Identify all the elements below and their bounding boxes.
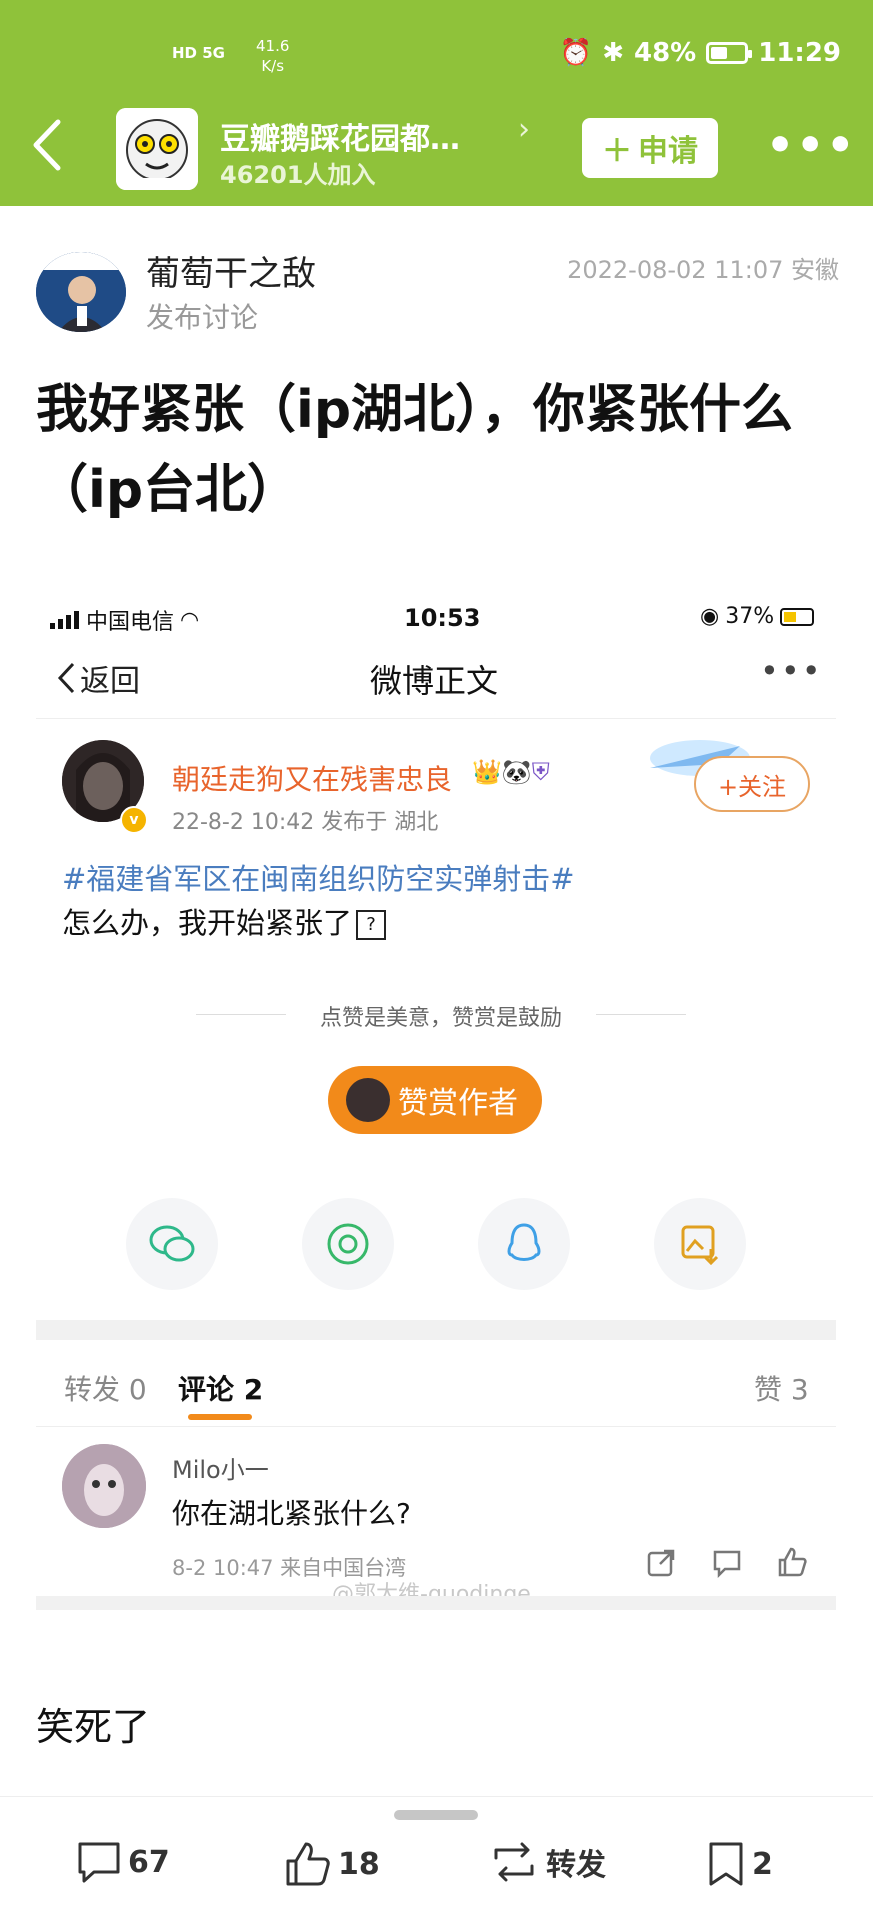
follow-button[interactable]: +关注	[694, 756, 810, 812]
tab-comments[interactable]: 评论 2	[178, 1368, 263, 1408]
more-options-button[interactable]: •••	[766, 120, 856, 171]
apply-button[interactable]: ＋ 申请	[582, 118, 718, 178]
author-subtitle: 发布讨论	[146, 301, 259, 334]
chevron-right-icon[interactable]: ›	[518, 112, 530, 147]
share-moments-button[interactable]	[302, 1198, 394, 1290]
divider	[36, 718, 836, 719]
weibo-badges: 👑🐼⛨	[472, 758, 550, 786]
author-name[interactable]: 葡萄干之敌	[146, 246, 316, 295]
battery-icon	[780, 607, 815, 626]
save-image-icon	[681, 1225, 719, 1265]
repost-button[interactable]: 转发	[488, 1840, 606, 1884]
thumbs-up-icon	[286, 1842, 330, 1886]
comment-text: 你在湖北紧张什么?	[172, 1497, 411, 1530]
bookmark-count-button[interactable]: 2	[706, 1840, 773, 1888]
qq-icon	[507, 1223, 541, 1261]
apply-label: 申请	[638, 134, 698, 169]
comment-icon	[78, 1842, 120, 1883]
tab-active-indicator	[188, 1414, 252, 1420]
reward-avatar	[346, 1078, 390, 1122]
status-right: ⏰ ✱ 48% 11:29	[560, 38, 841, 68]
weibo-username[interactable]: 朝廷走狗又在残害忠良	[172, 758, 452, 798]
weibo-meta: 22-8-2 10:42 发布于 湖北	[172, 810, 439, 835]
alarm-icon: ⏰	[559, 38, 593, 68]
network-indicator: HD 5G	[172, 44, 225, 62]
save-image-button[interactable]	[654, 1198, 746, 1290]
plus-icon: ＋	[602, 134, 632, 169]
divider	[36, 1426, 836, 1427]
embedded-back-button[interactable]: 返回	[56, 656, 140, 700]
battery-percent: 48%	[634, 38, 697, 68]
network-speed: 41.6 K/s	[256, 36, 289, 76]
group-avatar[interactable]	[116, 108, 198, 190]
embedded-time: 10:53	[404, 604, 481, 632]
embedded-battery: ◉ 37%	[700, 604, 815, 629]
share-qq-button[interactable]	[478, 1198, 570, 1290]
post-title: 我好紧张（ip湖北），你紧张什么（ip台北）	[36, 380, 794, 520]
drag-handle[interactable]	[394, 1810, 478, 1820]
embedded-more-button[interactable]: •••	[760, 652, 823, 690]
embedded-page-title: 微博正文	[370, 662, 499, 700]
chevron-left-icon	[33, 119, 61, 171]
weibo-topic-link[interactable]: #福建省军区在闽南组织防空实弹射击#	[62, 856, 575, 898]
crown-icon: 👑	[472, 758, 502, 786]
comment-count-button[interactable]: 67	[76, 1840, 170, 1884]
embedded-carrier: 中国电信	[86, 610, 175, 635]
speed-unit: K/s	[261, 57, 285, 75]
weibo-text: 怎么办，我开始紧张了?	[62, 900, 387, 942]
signal-icon	[50, 611, 79, 629]
group-name[interactable]: 豆瓣鹅踩花园都…	[220, 114, 460, 158]
reward-note: 点赞是美意，赞赏是鼓励	[196, 1000, 686, 1032]
like-count-button[interactable]: 18	[284, 1840, 380, 1888]
post-timestamp: 2022-08-02 11:07 安徽	[567, 256, 839, 284]
section-gap	[36, 1596, 836, 1610]
wechat-icon	[149, 1225, 195, 1262]
wifi-icon: ◠	[180, 607, 200, 633]
chevron-left-icon	[57, 662, 75, 694]
bluetooth-icon: ✱	[602, 38, 624, 68]
verified-badge-icon: v	[120, 806, 148, 834]
tab-reposts[interactable]: 转发 0	[64, 1368, 147, 1408]
bookmark-icon	[709, 1842, 743, 1886]
speed-value: 41.6	[256, 37, 290, 55]
reward-author-button[interactable]: 赞赏作者	[328, 1066, 542, 1134]
shield-icon: ⛨	[531, 758, 550, 786]
reply-icon[interactable]	[712, 1548, 742, 1585]
commenter-name[interactable]: Milo小一	[172, 1450, 269, 1485]
panda-icon: 🐼	[501, 758, 532, 786]
author-avatar[interactable]	[36, 252, 126, 332]
post-body-text: 笑死了	[36, 1705, 151, 1749]
question-emoji-icon: ?	[356, 910, 387, 940]
rotation-lock-icon: ◉	[700, 604, 720, 629]
battery-icon	[706, 42, 753, 64]
tab-likes[interactable]: 赞 3	[754, 1368, 809, 1408]
back-button[interactable]	[30, 118, 70, 178]
group-member-count: 46201人加入	[220, 161, 376, 189]
repost-icon	[494, 1842, 534, 1882]
share-wechat-button[interactable]	[126, 1198, 218, 1290]
bottom-divider	[0, 1796, 873, 1797]
share-icon[interactable]	[646, 1548, 676, 1585]
commenter-avatar[interactable]	[62, 1444, 146, 1528]
status-time: 11:29	[758, 38, 841, 68]
like-icon[interactable]	[776, 1546, 808, 1585]
moments-icon	[327, 1223, 369, 1265]
section-gap	[36, 1320, 836, 1340]
